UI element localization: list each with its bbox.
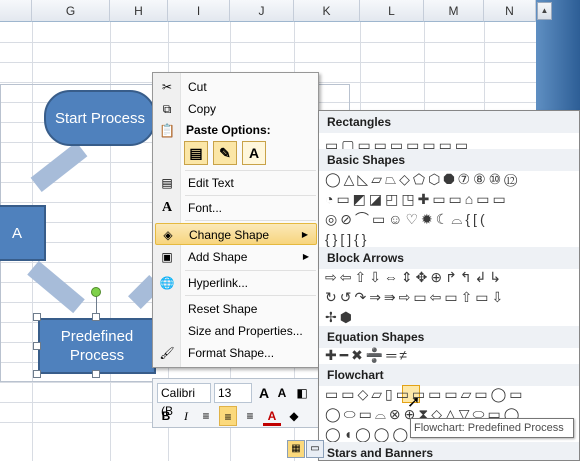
process-a-label: A: [11, 224, 22, 242]
gallery-header-basic-shapes: Basic Shapes: [319, 149, 579, 171]
gallery-header-block-arrows: Block Arrows: [319, 247, 579, 269]
font-color-button[interactable]: A: [263, 406, 281, 426]
block-arrows-row-1[interactable]: ⇨⇦⇧⇩⇔⇕✥⊕↱↰↲↳: [325, 267, 504, 287]
menu-item-copy[interactable]: ⧉ Copy: [155, 98, 317, 120]
flowchart-row-3[interactable]: ◯◖◯◯◯: [325, 424, 411, 444]
menu-item-format-shape[interactable]: 🖌 Format Shape...: [155, 342, 317, 364]
column-header-partial[interactable]: [0, 0, 32, 22]
gallery-header-stars-banners: Stars and Banners: [319, 442, 579, 460]
paste-text-only-button[interactable]: A: [242, 141, 266, 165]
shrink-font-button[interactable]: A: [273, 383, 291, 403]
equation-shapes-row[interactable]: ✚━✖➗═≠: [325, 345, 410, 365]
normal-view-icon[interactable]: ▦: [287, 440, 305, 458]
change-shape-icon: ◈: [163, 228, 173, 242]
block-arrows-row-3[interactable]: ✢⬢: [325, 307, 355, 327]
paste-icon: 📋: [159, 123, 176, 138]
column-header-n[interactable]: N: [484, 0, 536, 22]
rotation-handle[interactable]: [91, 287, 101, 297]
copy-icon: ⧉: [162, 102, 172, 116]
fill-bucket-icon[interactable]: ◆: [285, 406, 303, 426]
page-layout-view-icon[interactable]: ▭: [306, 440, 324, 458]
menu-item-cut[interactable]: ✂ Cut: [155, 76, 317, 98]
resize-handle[interactable]: [92, 370, 100, 378]
paste-picture-button[interactable]: ✎: [213, 141, 237, 165]
basic-shapes-row-3[interactable]: ◎⊘⌒▭☺♡✹☾⌓{[(: [325, 209, 488, 229]
column-header-j[interactable]: J: [230, 0, 294, 22]
format-shape-icon: 🖌: [159, 346, 175, 360]
scissors-icon: ✂: [161, 80, 173, 94]
start-process-shape[interactable]: Start Process: [44, 90, 156, 146]
scroll-up-icon[interactable]: ▲: [537, 2, 552, 20]
column-header-k[interactable]: K: [294, 0, 360, 22]
menu-item-change-shape[interactable]: ◈ Change Shape ▶: [155, 223, 317, 245]
clipboard-icon: ▤: [189, 145, 203, 161]
italic-button[interactable]: I: [177, 406, 195, 426]
gallery-header-flowchart: Flowchart: [319, 364, 579, 386]
block-arrows-row-2[interactable]: ↻↺↷⇒⇛⇨▭⇦▭⇧▭⇩: [325, 287, 506, 307]
font-icon: A: [161, 200, 173, 215]
flowchart-row-1[interactable]: ▭▭◇▱▯▭▭▭▭▱▭◯▭: [325, 384, 526, 404]
basic-shapes-row-2[interactable]: ◔▭◩◪◰◳✚▭▭⌂▭▭: [325, 189, 509, 209]
menu-item-hyperlink[interactable]: 🌐 Hyperlink...: [155, 272, 317, 294]
resize-handle[interactable]: [92, 313, 100, 321]
resize-handle[interactable]: [33, 342, 41, 350]
submenu-arrow-icon: ▶: [301, 230, 308, 239]
column-header-i[interactable]: I: [168, 0, 230, 22]
change-shape-gallery: Rectangles ▭▢▭▭▭▭▭▭▭ Basic Shapes ◯△◺▱⏢◇…: [318, 110, 580, 461]
font-size-box[interactable]: 13: [214, 383, 252, 403]
paste-keep-source-button[interactable]: ▤: [184, 141, 208, 165]
paintbrush-icon: ✎: [219, 145, 231, 161]
grow-font-button[interactable]: A: [255, 383, 273, 403]
gallery-header-rectangles: Rectangles: [319, 111, 579, 133]
menu-item-font[interactable]: A Font...: [155, 197, 317, 219]
align-left-icon[interactable]: ≡: [197, 406, 215, 426]
resize-handle[interactable]: [33, 313, 41, 321]
align-right-icon[interactable]: ≡: [241, 406, 259, 426]
mouse-pointer-icon: ➚: [407, 394, 421, 411]
submenu-arrow-icon: ▶: [302, 252, 309, 261]
mini-toolbar: Calibri (B 13 A A ◧ B I ≡ ≡ ≡ A ◆: [152, 378, 319, 428]
align-center-icon[interactable]: ≡: [219, 406, 237, 426]
context-menu: ✂ Cut ⧉ Copy Paste Options: 📋 ▤ ✎ A ▤ Edit …: [152, 72, 319, 368]
font-name-box[interactable]: Calibri (B: [157, 383, 211, 418]
bold-button[interactable]: B: [157, 406, 175, 426]
menu-item-add-shape[interactable]: ▣ Add Shape ▶: [155, 246, 317, 268]
format-painter-icon[interactable]: ◧: [293, 383, 311, 403]
hyperlink-globe-icon: 🌐: [159, 276, 175, 290]
edit-text-icon: ▤: [161, 176, 173, 190]
column-header-g[interactable]: G: [32, 0, 110, 22]
menu-item-size-properties[interactable]: Size and Properties...: [155, 320, 317, 342]
basic-shapes-row-1[interactable]: ◯△◺▱⏢◇⬠⬡⯃⑦⑧⑩⑫: [325, 169, 520, 189]
shape-tooltip: Flowchart: Predefined Process: [410, 418, 574, 438]
column-header-m[interactable]: M: [424, 0, 484, 22]
resize-handle[interactable]: [33, 370, 41, 378]
text-a-icon: A: [248, 145, 260, 161]
column-header-l[interactable]: L: [360, 0, 424, 22]
process-a-shape[interactable]: A: [0, 205, 46, 261]
column-header-h[interactable]: H: [110, 0, 168, 22]
basic-shapes-row-4[interactable]: {}[]{}: [325, 229, 369, 249]
menu-item-reset-shape[interactable]: Reset Shape: [155, 298, 317, 320]
predefined-label-line1: Predefined: [60, 328, 134, 345]
predefined-label-line2: Process: [69, 347, 125, 364]
predefined-process-shape[interactable]: Predefined Process: [38, 318, 156, 374]
add-shape-icon: ▣: [161, 250, 173, 264]
paste-options-header: Paste Options:: [186, 123, 271, 137]
start-process-label: Start Process: [54, 109, 146, 127]
menu-item-edit-text[interactable]: ▤ Edit Text: [155, 172, 317, 194]
